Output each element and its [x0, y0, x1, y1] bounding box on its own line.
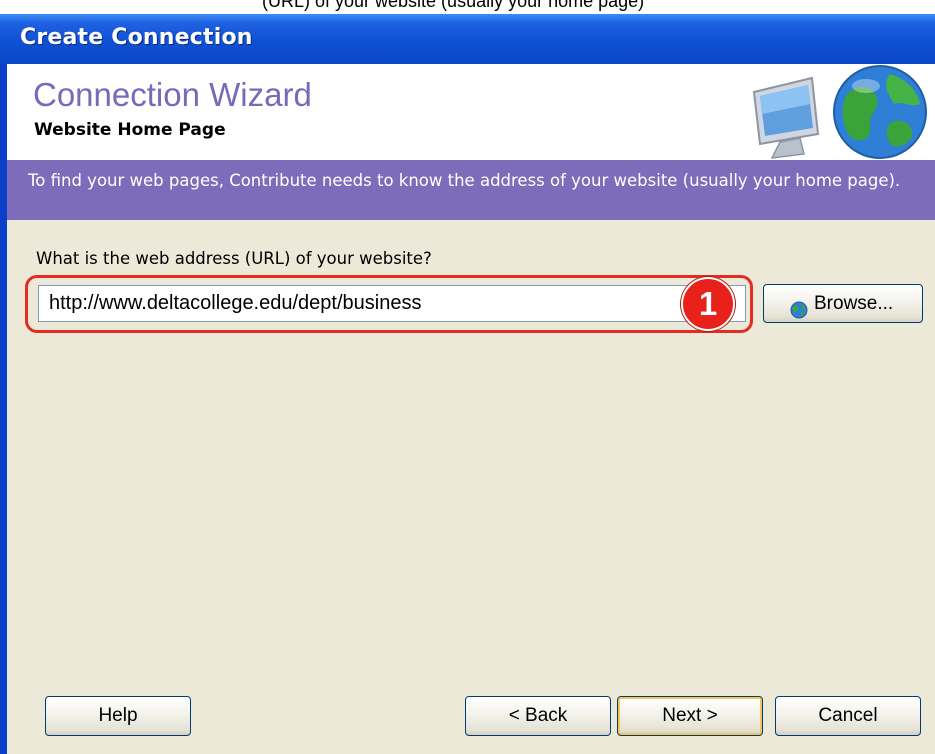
dialog-body: Connection Wizard Website Home Page To f…: [7, 64, 935, 754]
monitor-globe-icon: [742, 64, 935, 160]
wizard-subtitle: Website Home Page: [34, 120, 226, 140]
browse-button[interactable]: Browse...: [763, 284, 923, 323]
background-text: (URL) of your website (usually your home…: [262, 0, 645, 11]
cancel-button[interactable]: Cancel: [775, 696, 921, 736]
background-text-strip: (URL) of your website (usually your home…: [0, 0, 935, 14]
help-button[interactable]: Help: [45, 696, 191, 736]
description-text: To find your web pages, Contribute needs…: [28, 171, 901, 190]
next-button[interactable]: Next >: [617, 696, 763, 736]
dialog-window: (URL) of your website (usually your home…: [0, 0, 935, 754]
back-button[interactable]: < Back: [465, 696, 611, 736]
url-input[interactable]: [38, 285, 746, 322]
title-bar[interactable]: Create Connection: [0, 14, 935, 64]
globe-icon: [790, 295, 808, 319]
wizard-header: Connection Wizard Website Home Page: [7, 64, 935, 160]
window-title: Create Connection: [20, 25, 253, 50]
callout-number-badge: 1: [681, 277, 735, 331]
description-banner: To find your web pages, Contribute needs…: [7, 160, 935, 220]
wizard-title: Connection Wizard: [33, 76, 312, 113]
browse-button-label: Browse...: [814, 293, 894, 314]
url-question-label: What is the web address (URL) of your we…: [36, 249, 432, 268]
